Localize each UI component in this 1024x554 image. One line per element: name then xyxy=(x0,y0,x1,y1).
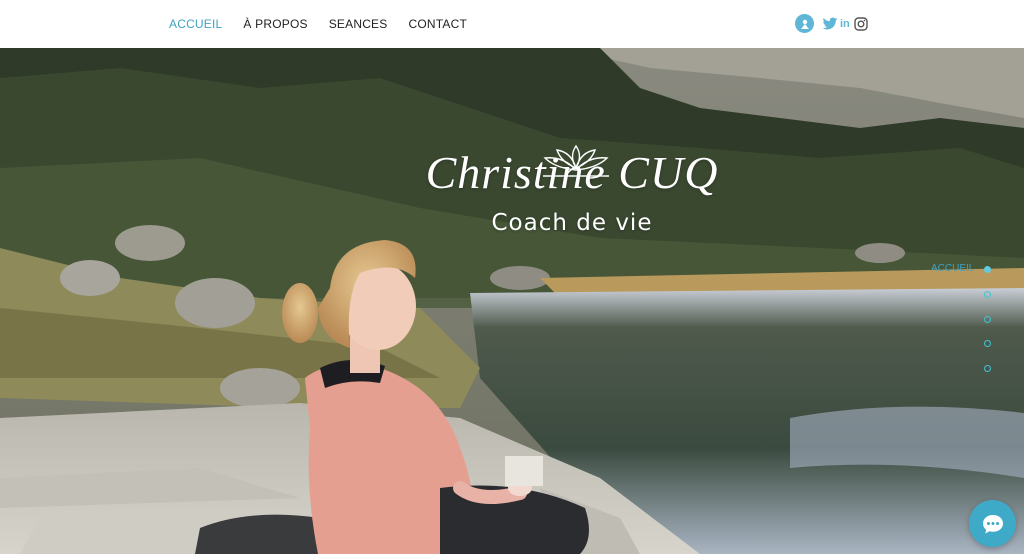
social-bar: in xyxy=(795,14,868,33)
blue-round-icon[interactable] xyxy=(795,14,814,33)
header: ACCUEIL À PROPOS SEANCES CONTACT in xyxy=(0,0,1024,48)
instagram-icon[interactable] xyxy=(854,16,868,31)
nav-accueil[interactable]: ACCUEIL xyxy=(169,17,222,31)
chat-button[interactable] xyxy=(969,500,1016,547)
anchor-dot-3[interactable] xyxy=(984,316,991,323)
anchor-dot-5[interactable] xyxy=(984,365,991,372)
nav-seances[interactable]: SEANCES xyxy=(329,17,388,31)
anchor-dot-1[interactable] xyxy=(984,266,991,273)
anchor-menu-label[interactable]: ACCUEIL xyxy=(931,263,974,274)
anchor-dot-4[interactable] xyxy=(984,340,991,347)
linkedin-icon[interactable]: in xyxy=(840,18,850,30)
nav-a-propos[interactable]: À PROPOS xyxy=(243,17,307,31)
chat-icon xyxy=(982,514,1003,533)
anchor-dot-2[interactable] xyxy=(984,291,991,298)
site-subtitle: Coach de vie xyxy=(491,210,653,236)
site-title: Christine CUQ xyxy=(425,147,719,198)
hero-background-image xyxy=(0,48,1024,554)
hero-section: Christine CUQ Coach de vie ACCUEIL xyxy=(0,48,1024,554)
main-nav: ACCUEIL À PROPOS SEANCES CONTACT xyxy=(169,0,488,48)
nav-contact[interactable]: CONTACT xyxy=(408,17,467,31)
twitter-icon[interactable] xyxy=(822,17,838,31)
